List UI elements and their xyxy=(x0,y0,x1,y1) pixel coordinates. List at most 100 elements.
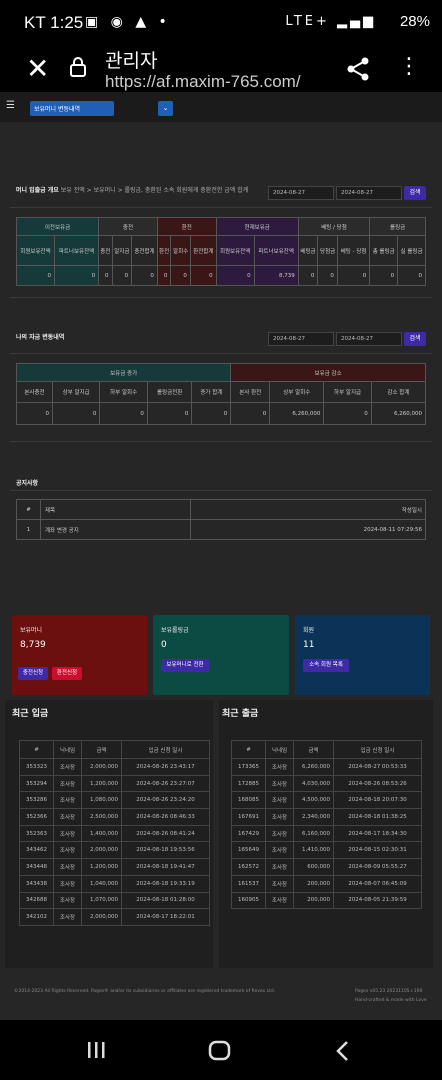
col-header: 감소 합계 xyxy=(370,381,427,403)
hamburger-icon[interactable]: ☰ xyxy=(6,100,15,111)
cell: 조사장 xyxy=(265,874,294,893)
cell: 조사장 xyxy=(53,758,82,776)
table-row[interactable]: 1 계좌 변경 공지 2024-08-11 07:29:56 xyxy=(16,519,426,540)
cell: 1,070,000 xyxy=(81,891,122,910)
cell: 167691 xyxy=(231,808,266,826)
recent-withdrawals-table: # 닉네임 금액 입금 신청 일시 173365 조사장 6,260,000 2024… xyxy=(231,740,422,910)
group-header: 롤링금 xyxy=(369,217,426,236)
cell: 353286 xyxy=(19,791,54,810)
status-bar: KT 1:25 ▣ ◉ ▲ • LTE+ ▂▄▆ 28% xyxy=(0,0,442,46)
cell: 2024-08-17 18:22:01 xyxy=(121,908,210,926)
notice-subject-link[interactable]: 계좌 변경 공지 xyxy=(40,519,191,540)
col-header: 하부 알지급 xyxy=(323,381,372,403)
back-icon[interactable] xyxy=(335,1040,351,1062)
share-icon[interactable] xyxy=(346,56,370,82)
cell: 조사장 xyxy=(53,874,82,893)
cell: 0 xyxy=(16,265,55,286)
cell: 조사장 xyxy=(53,908,82,926)
section1-date-from[interactable]: 2024-08-27 xyxy=(268,186,334,200)
cell: 1,410,000 xyxy=(293,841,334,860)
table-row: 167691 조사장 2,340,000 2024-08-18 01:38:25 xyxy=(231,808,422,826)
cell: 조사장 xyxy=(265,758,294,776)
members-label: 회원 xyxy=(303,627,315,634)
browser-bar: ✕ 관리자 https://af.maxim-765.com/ ⋮ xyxy=(0,46,442,92)
cell: 2024-08-07 06:45:09 xyxy=(333,874,422,893)
col-header: 증가 합계 xyxy=(191,381,232,403)
group-header: 이전보유금 xyxy=(15,217,100,236)
cell: 0 xyxy=(99,402,148,425)
cell: 172885 xyxy=(231,774,266,793)
col-header: 베팅금 xyxy=(297,235,319,266)
money-label: 보유머니 xyxy=(20,627,43,634)
cell: 2024-08-15 02:30:31 xyxy=(333,841,422,860)
section2-search-button[interactable]: 검색 xyxy=(404,332,426,346)
col-header: 파트너보유잔액 xyxy=(253,235,299,266)
section1-search-button[interactable]: 검색 xyxy=(404,186,426,200)
fund-change-table: 보유금 증가 보유금 감소 본사충전 상부 알지급 하부 알회수 롤링금전환 증… xyxy=(15,363,427,425)
table-row: 160905 조사장 200,000 2024-08-05 21:39:59 xyxy=(231,891,422,910)
col-header: 본사충전 xyxy=(16,381,53,403)
cell: 조사장 xyxy=(53,824,82,843)
cell: 353294 xyxy=(19,774,54,793)
summary-table: 이전보유금 충전 환전 현재보유금 베팅 / 당첨 롤링금 회원보유잔액 파트너… xyxy=(15,217,426,286)
cell: 조사장 xyxy=(265,824,294,843)
footer-version: Pages v05.23 20231105.r.190 xyxy=(355,989,423,994)
home-icon[interactable] xyxy=(208,1040,232,1062)
cell: 2024-08-26 08:41:24 xyxy=(121,824,210,843)
cell: 0 xyxy=(53,265,100,286)
recent-apps-icon[interactable] xyxy=(86,1040,106,1060)
cell: 161537 xyxy=(231,874,266,893)
cell: 165649 xyxy=(231,841,266,860)
cell: 2,340,000 xyxy=(293,808,334,826)
cell: 2024-08-26 23:24:20 xyxy=(121,791,210,810)
table-row: 343438 조사장 1,040,000 2024-08-18 19:33:19 xyxy=(19,874,210,893)
cell: 342688 xyxy=(19,891,54,910)
group-header: 베팅 / 당첨 xyxy=(297,217,371,236)
cell: 조사장 xyxy=(265,791,294,810)
chevron-down-icon[interactable]: ⌄ xyxy=(158,101,173,116)
notification-icons: ▣ ◉ ▲ • xyxy=(85,14,171,30)
cell: 4,500,000 xyxy=(293,791,334,810)
deposit-request-button[interactable]: 충전신청 xyxy=(18,667,48,680)
section2-date-to[interactable]: 2024-08-27 xyxy=(336,332,402,346)
col-header: 롤링금전환 xyxy=(146,381,193,403)
notice-header: 공지사항 xyxy=(16,478,38,487)
cell: 0 xyxy=(111,265,133,286)
footer-crafted: Hand-crafted & made with Love xyxy=(355,998,427,1003)
recent-withdrawals-title: 최근 출금 xyxy=(222,709,259,719)
cell: 조사장 xyxy=(53,774,82,793)
col-header: 알지금 xyxy=(111,235,133,266)
col-header: 환전합계 xyxy=(189,235,217,266)
cell: 조사장 xyxy=(53,891,82,910)
section2-date-from[interactable]: 2024-08-27 xyxy=(268,332,334,346)
table-row: 353286 조사장 1,080,000 2024-08-26 23:24:20 xyxy=(19,791,210,810)
cell: 167429 xyxy=(231,824,266,843)
cell: 160905 xyxy=(231,891,266,910)
convert-rolling-button[interactable]: 보유머니로 전환 xyxy=(161,659,209,672)
more-menu-icon[interactable]: ⋮ xyxy=(398,54,420,79)
table-row: 353323 조사장 2,000,000 2024-08-26 23:43:17 xyxy=(19,758,210,776)
divider xyxy=(10,490,432,491)
close-icon[interactable]: ✕ xyxy=(26,52,49,85)
withdraw-request-button[interactable]: 환전신청 xyxy=(52,667,82,680)
member-list-button[interactable]: 소속 회원 목록 xyxy=(303,659,349,672)
table-row: 162572 조사장 600,000 2024-08-09 05:55:27 xyxy=(231,858,422,876)
col-header: 환전 xyxy=(156,235,172,266)
col-header: 입금 신청 일시 xyxy=(333,740,422,759)
cell: 조사장 xyxy=(265,841,294,860)
menu-select[interactable]: 보유머니 변동내역 xyxy=(30,101,114,116)
table-row: 342102 조사장 2,000,000 2024-08-17 18:22:01 xyxy=(19,908,210,926)
col-header: 회원보유잔액 xyxy=(16,235,55,266)
group-header: 현재보유금 xyxy=(215,217,299,236)
col-header: 닉네임 xyxy=(265,740,294,759)
divider xyxy=(10,207,432,208)
col-header: 총 롤링금 xyxy=(369,235,399,266)
cell: 0 xyxy=(131,265,158,286)
col-header: 회원보유잔액 xyxy=(215,235,255,266)
section1-date-to[interactable]: 2024-08-27 xyxy=(336,186,402,200)
top-nav: ☰ 보유머니 변동내역 ⌄ xyxy=(0,92,442,122)
cell: 0 xyxy=(51,402,101,425)
table-row: 353294 조사장 1,200,000 2024-08-26 23:27:07 xyxy=(19,774,210,793)
money-value: 8,739 xyxy=(20,640,46,650)
url-text[interactable]: https://af.maxim-765.com/ xyxy=(105,72,301,92)
